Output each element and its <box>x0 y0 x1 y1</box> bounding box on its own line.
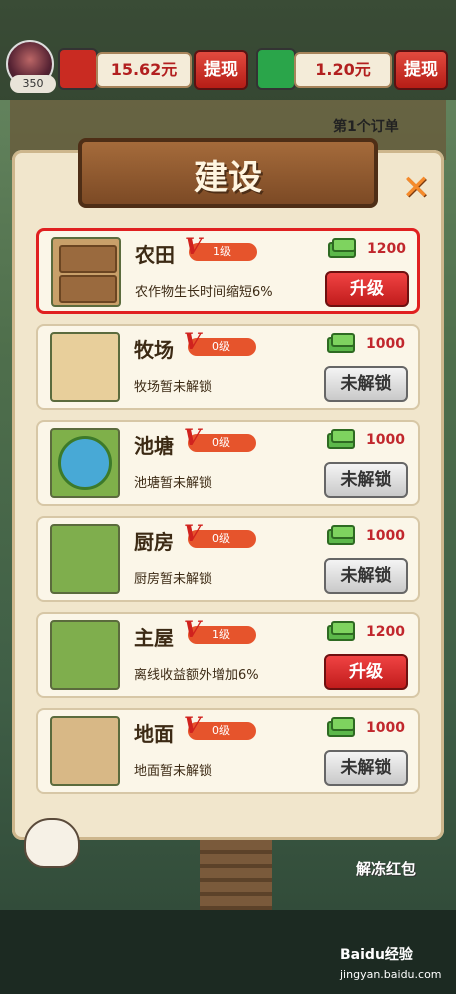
wechat-balance: 1.20元 <box>294 52 392 88</box>
vip-v-icon: V <box>184 713 202 739</box>
ground-thumbnail <box>50 716 120 786</box>
item-cost: 1200 <box>367 241 406 257</box>
upgrade-button[interactable]: 升级 <box>324 654 408 690</box>
panel-title: 建设 <box>194 158 262 198</box>
item-cost: 1000 <box>366 720 405 736</box>
watermark-url: jingyan.baidu.com <box>340 968 442 981</box>
cash-icon <box>327 429 355 449</box>
red-packet-balance: 15.62元 <box>96 52 192 88</box>
unfreeze-red-packet-label[interactable]: 解冻红包 <box>356 858 416 879</box>
cash-icon <box>328 238 356 258</box>
build-item-farmland: 农田 V 1级 农作物生长时间缩短6% 1200 升级 <box>36 228 420 314</box>
item-cost: 1000 <box>366 336 405 352</box>
level-badge: V 0级 <box>184 427 256 452</box>
build-item-ground: 地面 V 0级 地面暂未解锁 1000 未解锁 <box>36 708 420 794</box>
item-name: 厨房 <box>134 530 174 554</box>
player-level-badge: 350 <box>10 75 56 93</box>
build-item-ranch: 牧场 V 0级 牧场暂未解锁 1000 未解锁 <box>36 324 420 410</box>
locked-button[interactable]: 未解锁 <box>324 558 408 594</box>
upgrade-button[interactable]: 升级 <box>325 271 409 307</box>
order-label: 第1个订单 <box>333 119 399 135</box>
cash-icon <box>327 621 355 641</box>
level-badge: V 1级 <box>184 619 256 644</box>
watermark-brand: Baidu经验 <box>340 947 413 963</box>
item-cost: 1000 <box>366 528 405 544</box>
cat-mascot[interactable] <box>24 818 80 868</box>
item-name: 地面 <box>134 722 174 746</box>
wooden-dock <box>200 840 272 920</box>
item-description: 厨房暂未解锁 <box>134 572 213 587</box>
cash-icon <box>327 717 355 737</box>
item-name: 主屋 <box>134 626 174 650</box>
item-name: 牧场 <box>134 338 174 362</box>
item-cost: 1000 <box>366 432 405 448</box>
withdraw-wechat-button[interactable]: 提现 <box>394 50 448 90</box>
item-cost: 1200 <box>366 624 405 640</box>
locked-button[interactable]: 未解锁 <box>324 366 408 402</box>
locked-button[interactable]: 未解锁 <box>324 750 408 786</box>
top-hud: 350 15.62元 提现 1.20元 提现 <box>0 0 456 100</box>
build-item-main-house: 主屋 V 1级 离线收益额外增加6% 1200 升级 <box>36 612 420 698</box>
build-item-pond: 池塘 V 0级 池塘暂未解锁 1000 未解锁 <box>36 420 420 506</box>
close-icon[interactable]: ✕ <box>398 170 434 206</box>
level-badge: V 0级 <box>184 523 256 548</box>
cash-icon <box>327 333 355 353</box>
vip-v-icon: V <box>184 329 202 355</box>
build-item-kitchen: 厨房 V 0级 厨房暂未解锁 1000 未解锁 <box>36 516 420 602</box>
vip-v-icon: V <box>185 234 203 260</box>
vip-v-icon: V <box>184 617 202 643</box>
withdraw-red-packet-button[interactable]: 提现 <box>194 50 248 90</box>
level-badge: V 0级 <box>184 715 256 740</box>
farmland-thumbnail <box>51 237 121 307</box>
item-description: 农作物生长时间缩短6% <box>135 285 273 300</box>
item-name: 农田 <box>135 243 175 267</box>
locked-button[interactable]: 未解锁 <box>324 462 408 498</box>
cash-icon <box>327 525 355 545</box>
main-house-thumbnail <box>50 620 120 690</box>
level-badge: V 1级 <box>185 236 257 261</box>
kitchen-thumbnail <box>50 524 120 594</box>
item-name: 池塘 <box>134 434 174 458</box>
pond-thumbnail <box>50 428 120 498</box>
wechat-icon <box>256 48 296 90</box>
ranch-thumbnail <box>50 332 120 402</box>
level-badge: V 0级 <box>184 331 256 356</box>
red-packet-icon <box>58 48 98 90</box>
vip-v-icon: V <box>184 425 202 451</box>
item-description: 池塘暂未解锁 <box>134 476 213 491</box>
item-description: 地面暂未解锁 <box>134 764 213 779</box>
item-description: 牧场暂未解锁 <box>134 380 213 395</box>
item-description: 离线收益额外增加6% <box>134 668 259 683</box>
vip-v-icon: V <box>184 521 202 547</box>
